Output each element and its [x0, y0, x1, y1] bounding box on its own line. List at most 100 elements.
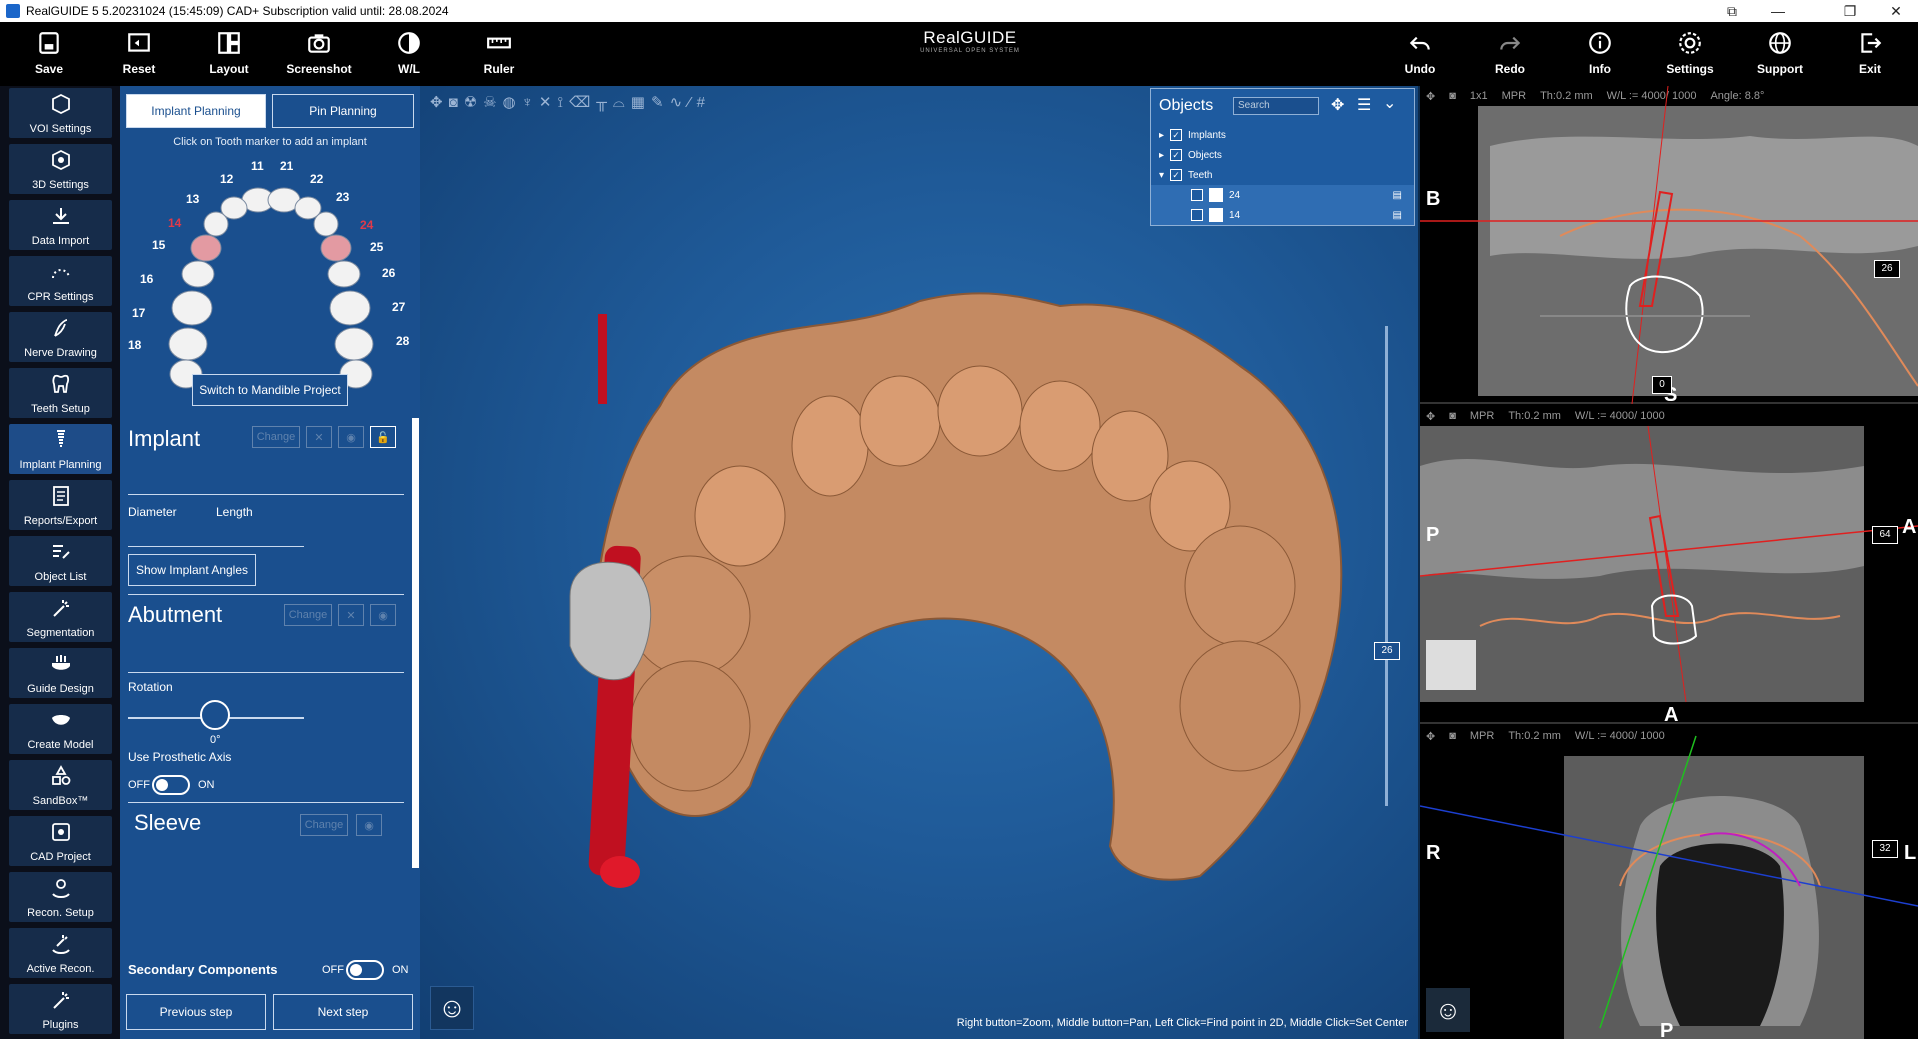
reset-label: Reset — [122, 62, 156, 76]
sidebar-item-sandbox[interactable]: SandBox™ — [9, 760, 112, 810]
3d-viewport[interactable]: ✥ ◙ ☢ ☠ ◍ ♆ ✕ ⟟ ⌫ ╥ ⌓ ▦ ✎ ∿ ⁄ # 26 ☺ Rig… — [420, 86, 1418, 1039]
sidebar-item-create-model[interactable]: Create Model — [9, 704, 112, 754]
cross-section-view[interactable]: ✥ ◙ 1x1 MPR Th:0.2 mm W/L := 4000/ 1000 A… — [1420, 86, 1918, 406]
object-row-teeth[interactable]: ▾ ✓ Teeth — [1151, 165, 1414, 185]
support-button[interactable]: Support — [1740, 22, 1820, 86]
move-icon[interactable]: ✥ — [1331, 95, 1344, 115]
sleeve-visibility-icon[interactable]: ◉ — [356, 814, 382, 836]
angle-slider-value[interactable]: 0 — [1652, 376, 1672, 394]
sidebar-item-teeth-setup[interactable]: Teeth Setup — [9, 368, 112, 418]
checkbox[interactable]: ✓ — [1170, 169, 1183, 181]
layout-button[interactable]: Layout — [189, 22, 269, 86]
expand-arrow-icon[interactable]: ▸ — [1159, 130, 1164, 141]
sidebar-item-cpr-settings[interactable]: CPR Settings — [9, 256, 112, 306]
object-row-objects[interactable]: ▸ ✓ Objects — [1151, 145, 1414, 165]
axial-view[interactable]: ✥ ◙ MPR Th:0.2 mm W/L := 4000/ 1000 R L P… — [1420, 726, 1918, 1039]
layout-label: Layout — [209, 62, 249, 76]
minimize-button[interactable]: — — [1758, 0, 1798, 22]
slice-slider-value[interactable]: 26 — [1874, 260, 1900, 278]
sidebar-item-plugins[interactable]: Plugins — [9, 984, 112, 1034]
sidebar-item-voi-settings[interactable]: VOI Settings — [9, 88, 112, 138]
properties-icon[interactable]: ▤ — [1393, 190, 1402, 201]
chevron-down-icon[interactable]: ⌄ — [1383, 93, 1396, 113]
objects-search-input[interactable]: Search — [1233, 97, 1319, 115]
sidebar-item-implant-planning[interactable]: Implant Planning — [9, 424, 112, 474]
color-swatch[interactable] — [1209, 188, 1223, 202]
sidebar-item-nerve-drawing[interactable]: Nerve Drawing — [9, 312, 112, 362]
tooth-number: 27 — [392, 300, 406, 314]
close-button[interactable]: ✕ — [1876, 0, 1916, 22]
save-button[interactable]: Save — [9, 22, 89, 86]
expand-arrow-icon[interactable]: ▸ — [1159, 150, 1164, 161]
sleeve-change-button[interactable]: Change — [300, 814, 348, 836]
sidebar-item-3d-settings[interactable]: 3D Settings — [9, 144, 112, 194]
sidebar-item-active-recon[interactable]: Active Recon. — [9, 928, 112, 978]
screenshot-button[interactable]: Screenshot — [279, 22, 359, 86]
checkbox[interactable] — [1191, 189, 1203, 201]
abutment-visibility-icon[interactable]: ◉ — [370, 604, 396, 626]
implant-delete-icon[interactable]: ✕ — [306, 426, 332, 448]
next-step-button[interactable]: Next step — [273, 994, 413, 1030]
implant-lock-icon[interactable]: 🔓 — [370, 426, 396, 448]
show-implant-angles-button[interactable]: Show Implant Angles — [128, 554, 256, 586]
tooth-marker-13[interactable] — [203, 211, 229, 237]
abutment-delete-icon[interactable]: ✕ — [338, 604, 364, 626]
color-swatch[interactable] — [1209, 208, 1223, 222]
exit-button[interactable]: Exit — [1830, 22, 1910, 86]
sagittal-view[interactable]: ✥ ◙ MPR Th:0.2 mm W/L := 4000/ 1000 P A A… — [1420, 406, 1918, 726]
slice-slider-value[interactable]: 64 — [1872, 526, 1898, 544]
checkbox[interactable] — [1191, 209, 1203, 221]
abutment-change-button[interactable]: Change — [284, 604, 332, 626]
checkbox[interactable]: ✓ — [1170, 129, 1183, 141]
implant-visibility-icon[interactable]: ◉ — [338, 426, 364, 448]
info-button[interactable]: Info — [1560, 22, 1640, 86]
tooth-marker-27[interactable] — [334, 327, 374, 361]
sidebar-item-guide-design[interactable]: Guide Design — [9, 648, 112, 698]
maximize-button[interactable]: ❐ — [1830, 0, 1870, 22]
tooth-marker-14[interactable] — [190, 234, 222, 262]
prosthetic-axis-toggle[interactable] — [152, 775, 190, 795]
tooth-marker-23[interactable] — [313, 211, 339, 237]
zoom-slider-value[interactable]: 26 — [1374, 642, 1400, 660]
object-row-tooth-14[interactable]: 14 ▤ — [1151, 205, 1414, 225]
redo-button[interactable]: Redo — [1470, 22, 1550, 86]
tooth-marker-25[interactable] — [327, 260, 361, 288]
checkbox[interactable]: ✓ — [1170, 149, 1183, 161]
sidebar-item-cad-project[interactable]: CAD Project — [9, 816, 112, 866]
sidebar-item-segmentation[interactable]: Segmentation — [9, 592, 112, 642]
switch-mandible-button[interactable]: Switch to Mandible Project — [192, 374, 348, 406]
object-row-implants[interactable]: ▸ ✓ Implants — [1151, 125, 1414, 145]
collapse-arrow-icon[interactable]: ▾ — [1159, 170, 1164, 181]
tooth-marker-15[interactable] — [181, 260, 215, 288]
tooth-marker-17[interactable] — [168, 327, 208, 361]
previous-step-button[interactable]: Previous step — [126, 994, 266, 1030]
sidebar-item-recon-setup[interactable]: Recon. Setup — [9, 872, 112, 922]
object-row-tooth-24[interactable]: 24 ▤ — [1151, 185, 1414, 205]
reset-button[interactable]: Reset — [99, 22, 179, 86]
tooth-marker-26[interactable] — [329, 290, 371, 326]
implant-change-button[interactable]: Change — [252, 426, 300, 448]
object-label: 24 — [1229, 189, 1241, 201]
ruler-button[interactable]: Ruler — [459, 22, 539, 86]
properties-icon[interactable]: ▤ — [1393, 210, 1402, 221]
head-orientation-icon[interactable]: ☺ — [1426, 988, 1470, 1032]
rotation-slider-knob[interactable] — [200, 700, 230, 730]
exit-icon — [1861, 33, 1882, 53]
slice-slider-value[interactable]: 32 — [1872, 840, 1898, 858]
panel-scrollbar[interactable] — [412, 418, 419, 868]
sidebar-item-object-list[interactable]: Object List — [9, 536, 112, 586]
tooth-marker-24[interactable] — [320, 234, 352, 262]
sidebar-item-data-import[interactable]: Data Import — [9, 200, 112, 250]
tab-pin-planning[interactable]: Pin Planning — [272, 94, 414, 128]
restore-icon[interactable]: ⧉ — [1712, 0, 1752, 22]
settings-button[interactable]: Settings — [1650, 22, 1730, 86]
tab-implant-planning[interactable]: Implant Planning — [126, 94, 266, 128]
wl-button[interactable]: W/L — [369, 22, 449, 86]
tooth-marker-16[interactable] — [171, 290, 213, 326]
secondary-components-toggle[interactable] — [346, 960, 384, 980]
head-orientation-icon[interactable]: ☺ — [430, 986, 474, 1030]
list-icon[interactable]: ☰ — [1357, 95, 1371, 115]
sidebar-item-reports-export[interactable]: Reports/Export — [9, 480, 112, 530]
zoom-slider-track[interactable] — [1385, 326, 1388, 806]
undo-button[interactable]: Undo — [1380, 22, 1460, 86]
